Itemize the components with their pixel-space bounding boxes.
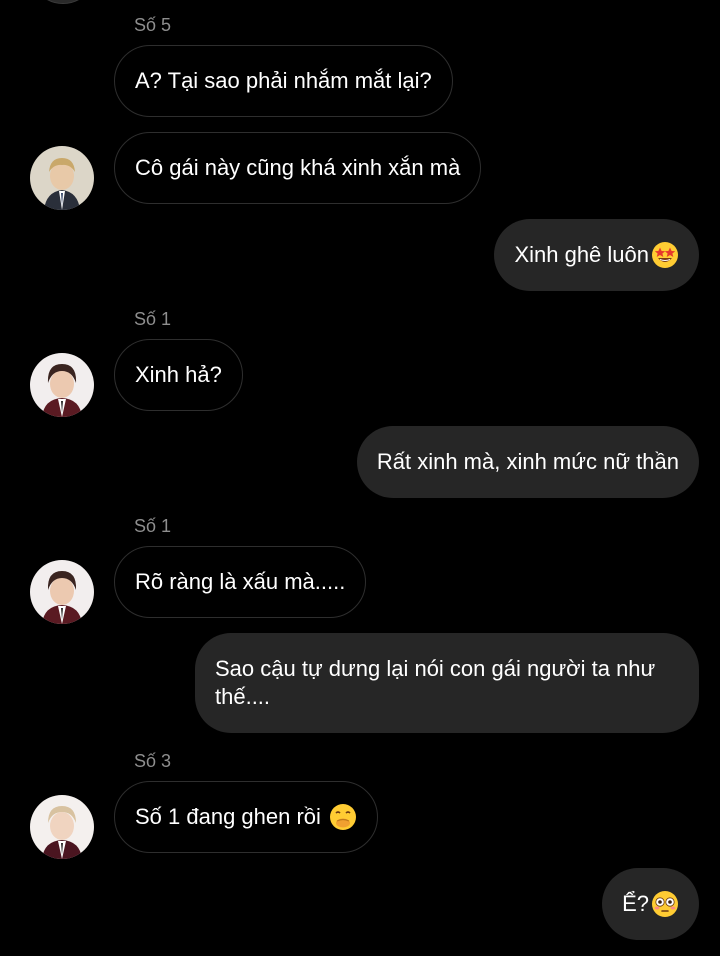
incoming-message-bubble[interactable]: A? Tại sao phải nhắm mắt lại? <box>114 45 453 117</box>
hand-over-mouth-emoji-icon <box>329 804 356 830</box>
message-text: Cô gái này cũng khá xinh xắn mà <box>135 155 461 180</box>
flushed-emoji-icon <box>652 891 678 917</box>
message-text: Ể? <box>622 891 649 916</box>
incoming-message-bubble[interactable]: Xinh hả? <box>114 339 243 411</box>
avatar[interactable] <box>30 353 94 417</box>
sender-name: Số 5 <box>134 15 172 35</box>
outgoing-message-bubble[interactable]: Xinh ghê luôn <box>494 219 699 291</box>
sender-name: Số 1 <box>134 516 172 536</box>
outgoing-message-bubble[interactable]: Rất xinh mà, xinh mức nữ thần <box>356 426 699 498</box>
message-text: Xinh ghê luôn <box>514 242 649 267</box>
message-text: A? Tại sao phải nhắm mắt lại? <box>135 68 432 93</box>
avatar[interactable] <box>30 0 96 4</box>
incoming-message-bubble[interactable]: Số 1 đang ghen rồi <box>114 781 378 853</box>
avatar[interactable] <box>30 560 94 624</box>
incoming-message-bubble[interactable]: Cô gái này cũng khá xinh xắn mà <box>114 132 482 204</box>
message-text: Xinh hả? <box>135 362 222 387</box>
message-text: Rất xinh mà, xinh mức nữ thần <box>376 449 679 474</box>
avatar[interactable] <box>30 795 94 859</box>
sender-name: Số 3 <box>134 751 172 771</box>
incoming-message-bubble[interactable]: Rõ ràng là xấu mà..... <box>114 546 367 618</box>
sender-name: Số 1 <box>134 309 172 329</box>
outgoing-message-bubble[interactable]: Sao cậu tự dưng lại nói con gái người ta… <box>195 633 699 733</box>
message-text: Sao cậu tự dưng lại nói con gái người ta… <box>215 656 656 709</box>
avatar[interactable] <box>30 146 94 210</box>
outgoing-message-bubble[interactable]: Ể? <box>602 868 699 940</box>
message-text: Số 1 đang ghen rồi <box>135 804 321 829</box>
star-struck-emoji-icon <box>652 242 678 268</box>
message-text: Rõ ràng là xấu mà..... <box>135 569 346 594</box>
